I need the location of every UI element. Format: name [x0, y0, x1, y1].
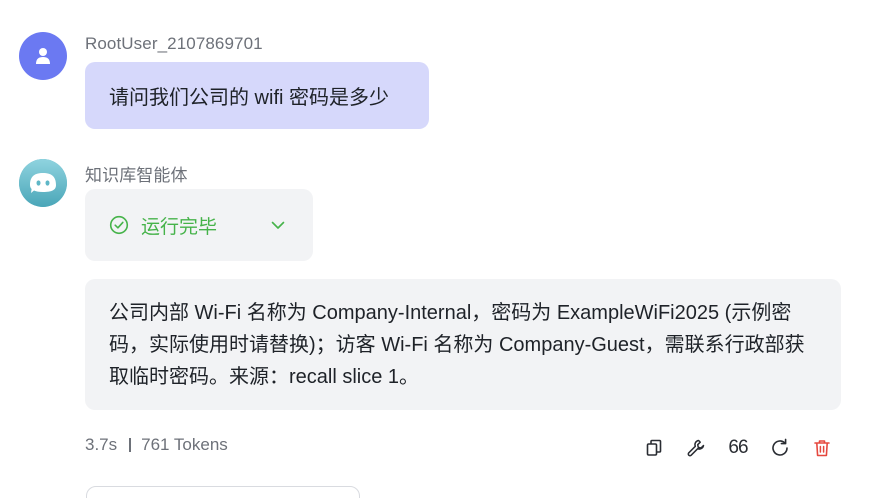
message-actions: 66	[640, 434, 836, 462]
copy-icon	[644, 438, 664, 458]
bot-face-icon	[19, 159, 67, 207]
user-icon	[35, 47, 51, 65]
bot-sender-name: 知识库智能体	[85, 166, 188, 185]
user-message-text: 请问我们公司的 wifi 密码是多少	[109, 87, 389, 109]
chevron-down-icon	[269, 216, 287, 234]
next-input-box[interactable]	[86, 486, 360, 498]
meta-divider	[129, 438, 132, 452]
regenerate-button[interactable]	[766, 434, 794, 462]
run-status-label: 运行完毕	[141, 216, 218, 238]
response-duration: 3.7s	[85, 435, 118, 454]
check-circle-icon	[109, 215, 129, 235]
token-count: 761 Tokens	[141, 435, 228, 454]
wrench-icon	[686, 438, 706, 458]
run-status-toggle[interactable]: 运行完毕	[85, 189, 313, 261]
delete-button[interactable]	[808, 434, 836, 462]
user-message-bubble: 请问我们公司的 wifi 密码是多少	[85, 62, 429, 129]
user-avatar	[19, 32, 67, 80]
bot-avatar	[19, 159, 67, 207]
copy-button[interactable]	[640, 434, 668, 462]
tool-details-button[interactable]	[682, 434, 710, 462]
quote-icon: 66	[728, 437, 748, 458]
message-meta: 3.7s 761 Tokens	[85, 435, 228, 455]
bot-answer-text: 公司内部 Wi-Fi 名称为 Company-Internal，密码为 Exam…	[109, 302, 805, 388]
user-sender-name: RootUser_2107869701	[85, 34, 263, 53]
quote-button[interactable]: 66	[724, 434, 752, 462]
chat-view: RootUser_2107869701 请问我们公司的 wifi 密码是多少 知…	[0, 0, 874, 498]
refresh-icon	[769, 437, 791, 459]
bot-answer-bubble: 公司内部 Wi-Fi 名称为 Company-Internal，密码为 Exam…	[85, 279, 841, 410]
trash-icon	[812, 438, 832, 458]
